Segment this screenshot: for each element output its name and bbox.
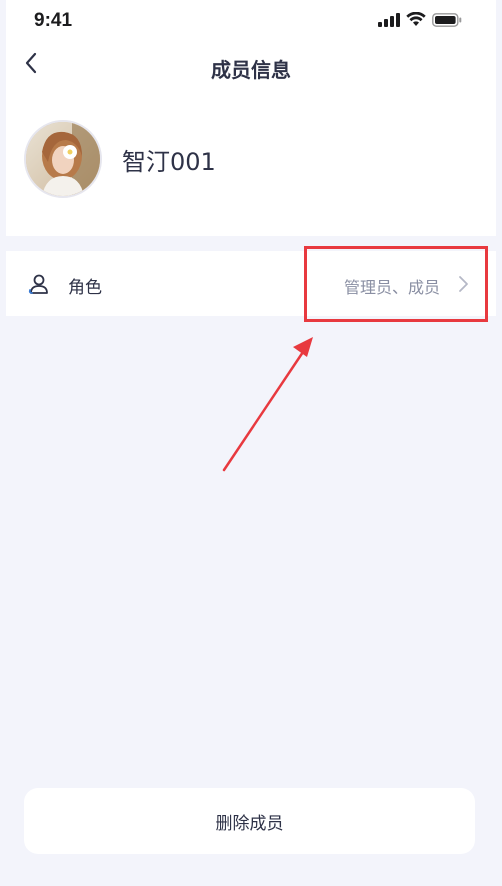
member-profile: 智汀001 bbox=[24, 120, 216, 198]
user-outline-icon bbox=[28, 273, 50, 295]
status-bar: 9:41 bbox=[0, 0, 502, 44]
nav-bar: 成员信息 bbox=[0, 44, 502, 90]
member-name: 智汀001 bbox=[122, 147, 216, 176]
chevron-right-icon bbox=[456, 275, 470, 293]
role-label: 角色 bbox=[68, 278, 102, 298]
avatar bbox=[24, 120, 102, 198]
cellular-signal-icon bbox=[378, 12, 400, 31]
page-title: 成员信息 bbox=[211, 58, 291, 82]
role-value: 管理员、成员 bbox=[343, 278, 440, 297]
status-icons bbox=[378, 11, 462, 31]
battery-icon bbox=[432, 12, 462, 31]
member-info-screen: 9:41 成员信息 智汀001 角色 管理员、成员 删除成员 bbox=[0, 0, 502, 886]
status-time: 9:41 bbox=[34, 10, 73, 31]
wifi-icon bbox=[406, 11, 426, 31]
delete-member-button[interactable]: 删除成员 bbox=[24, 788, 475, 854]
role-row[interactable]: 角色 管理员、成员 bbox=[6, 251, 496, 316]
